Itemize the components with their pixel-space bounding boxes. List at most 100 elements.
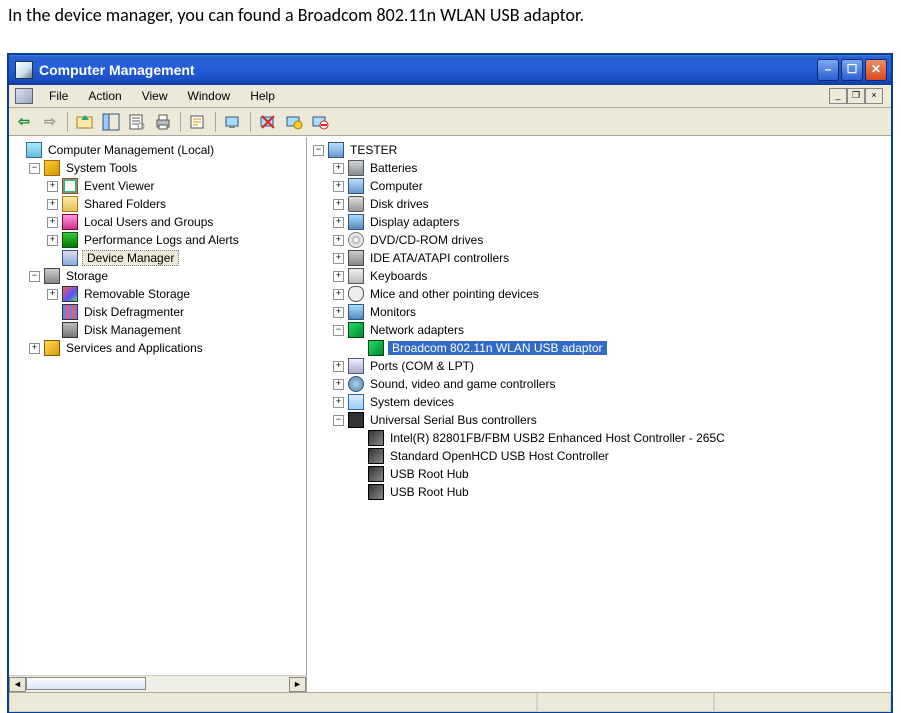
kb-icon (348, 268, 364, 284)
device-item[interactable]: −Universal Serial Bus controllers (309, 411, 889, 429)
mdi-icon (15, 88, 33, 104)
expand-icon[interactable]: + (333, 217, 344, 228)
expand-icon[interactable]: + (47, 235, 58, 246)
net-icon (348, 322, 364, 338)
collapse-icon[interactable]: − (333, 415, 344, 426)
tree-item[interactable]: + Removable Storage (11, 285, 304, 303)
tree-spacer (353, 469, 364, 480)
disable-button[interactable] (309, 111, 331, 133)
tree-label: Removable Storage (82, 287, 192, 301)
window: Computer Management – ☐ ✕ File Action Vi… (8, 54, 892, 713)
console-tree[interactable]: Computer Management (Local)−System Tools… (9, 137, 306, 675)
expand-icon[interactable]: + (29, 343, 40, 354)
device-item[interactable]: −TESTER (309, 141, 889, 159)
menu-file[interactable]: File (39, 87, 78, 105)
up-button[interactable] (74, 111, 96, 133)
properties-button[interactable] (126, 111, 148, 133)
tree-icon (44, 268, 60, 284)
collapse-icon[interactable]: − (29, 271, 40, 282)
client-area: Computer Management (Local)−System Tools… (9, 136, 891, 692)
device-item[interactable]: USB Root Hub (309, 465, 889, 483)
status-cell (537, 693, 714, 712)
device-item[interactable]: +IDE ATA/ATAPI controllers (309, 249, 889, 267)
device-label: Standard OpenHCD USB Host Controller (388, 449, 611, 463)
expand-icon[interactable]: + (333, 289, 344, 300)
device-item[interactable]: − Network adapters (309, 321, 889, 339)
expand-icon[interactable]: + (333, 253, 344, 264)
update-driver-button[interactable] (283, 111, 305, 133)
tree-item[interactable]: +Local Users and Groups (11, 213, 304, 231)
device-item[interactable]: +DVD/CD-ROM drives (309, 231, 889, 249)
back-button[interactable]: ⇦ (13, 111, 35, 133)
uninstall-button[interactable] (257, 111, 279, 133)
expand-icon[interactable]: + (333, 379, 344, 390)
tree-item[interactable]: Computer Management (Local) (11, 141, 304, 159)
expand-icon[interactable]: + (333, 361, 344, 372)
device-item[interactable]: Intel(R) 82801FB/FBM USB2 Enhanced Host … (309, 429, 889, 447)
collapse-icon[interactable]: − (29, 163, 40, 174)
expand-icon[interactable]: + (333, 271, 344, 282)
menu-help[interactable]: Help (240, 87, 285, 105)
collapse-icon[interactable]: − (333, 325, 344, 336)
expand-icon[interactable]: + (333, 235, 344, 246)
mdi-minimize-button[interactable]: _ (829, 88, 847, 104)
expand-icon[interactable]: + (47, 217, 58, 228)
device-item[interactable]: +System devices (309, 393, 889, 411)
tree-item[interactable]: Disk Management (11, 321, 304, 339)
device-item[interactable]: +Monitors (309, 303, 889, 321)
expand-icon[interactable]: + (333, 397, 344, 408)
expand-icon[interactable]: + (333, 181, 344, 192)
expand-icon[interactable]: + (47, 181, 58, 192)
tree-icon (26, 142, 42, 158)
refresh-button[interactable] (187, 111, 209, 133)
forward-button: ⇨ (39, 111, 61, 133)
tree-item[interactable]: +Performance Logs and Alerts (11, 231, 304, 249)
hscrollbar[interactable]: ◄ ► (9, 675, 306, 692)
close-button[interactable]: ✕ (865, 59, 887, 81)
print-button[interactable] (152, 111, 174, 133)
scroll-track[interactable] (26, 677, 289, 692)
tree-item[interactable]: +Shared Folders (11, 195, 304, 213)
scroll-right-button[interactable]: ► (289, 677, 306, 692)
tree-label: Event Viewer (82, 179, 156, 193)
maximize-button[interactable]: ☐ (841, 59, 863, 81)
device-item[interactable]: +Display adapters (309, 213, 889, 231)
collapse-icon[interactable]: − (313, 145, 324, 156)
mdi-restore-button[interactable]: ❐ (847, 88, 865, 104)
menu-view[interactable]: View (132, 87, 178, 105)
device-label: Network adapters (368, 323, 466, 337)
device-item[interactable]: +Keyboards (309, 267, 889, 285)
show-hide-tree-button[interactable] (100, 111, 122, 133)
device-item[interactable]: Standard OpenHCD USB Host Controller (309, 447, 889, 465)
expand-icon[interactable]: + (333, 199, 344, 210)
tree-item[interactable]: + Event Viewer (11, 177, 304, 195)
device-item[interactable]: + Disk drives (309, 195, 889, 213)
computer-icon (328, 142, 344, 158)
expand-icon[interactable]: + (47, 289, 58, 300)
scan-hardware-button[interactable] (222, 111, 244, 133)
tree-item[interactable]: +Services and Applications (11, 339, 304, 357)
minimize-button[interactable]: – (817, 59, 839, 81)
device-item[interactable]: +Sound, video and game controllers (309, 375, 889, 393)
tree-item[interactable]: −System Tools (11, 159, 304, 177)
menu-action[interactable]: Action (78, 87, 131, 105)
expand-icon[interactable]: + (333, 163, 344, 174)
expand-icon[interactable]: + (47, 199, 58, 210)
device-item[interactable]: +Batteries (309, 159, 889, 177)
device-item[interactable]: +Ports (COM & LPT) (309, 357, 889, 375)
mdi-close-button[interactable]: × (865, 88, 883, 104)
scroll-thumb[interactable] (26, 677, 146, 690)
scroll-left-button[interactable]: ◄ (9, 677, 26, 692)
tree-item[interactable]: Disk Defragmenter (11, 303, 304, 321)
device-tree[interactable]: −TESTER+Batteries+Computer+Disk drives+D… (307, 137, 891, 505)
titlebar[interactable]: Computer Management – ☐ ✕ (9, 55, 891, 85)
device-item[interactable]: +Mice and other pointing devices (309, 285, 889, 303)
device-label: Disk drives (368, 197, 431, 211)
tree-item[interactable]: Device Manager (11, 249, 304, 267)
tree-item[interactable]: −Storage (11, 267, 304, 285)
device-item[interactable]: Broadcom 802.11n WLAN USB adaptor (309, 339, 889, 357)
device-item[interactable]: +Computer (309, 177, 889, 195)
menu-window[interactable]: Window (178, 87, 241, 105)
expand-icon[interactable]: + (333, 307, 344, 318)
device-item[interactable]: USB Root Hub (309, 483, 889, 501)
